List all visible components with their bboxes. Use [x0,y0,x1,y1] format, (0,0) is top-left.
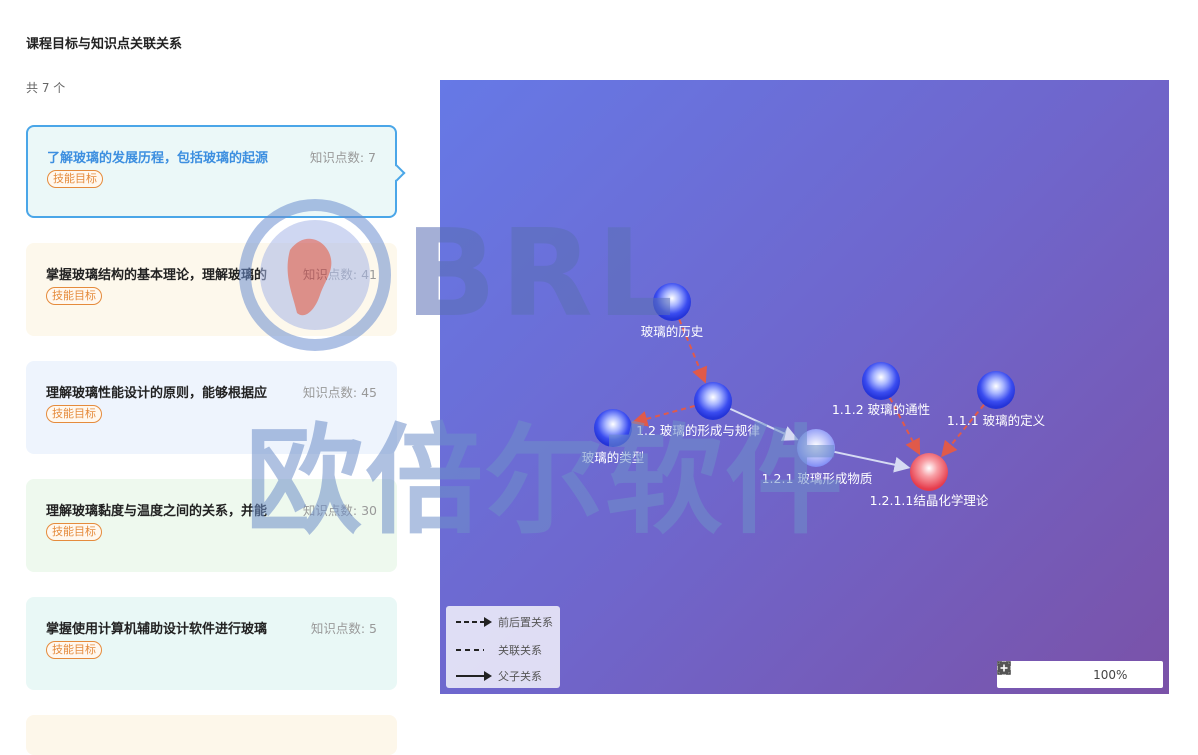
dashed-arrow-icon [456,617,492,627]
goal-type-tag: 技能目标 [46,641,102,659]
legend-parent: 父子关系 [456,668,542,684]
graph-node[interactable]: 1.1.2 玻璃的通性 [832,362,930,417]
goal-type-tag: 技能目标 [46,523,102,541]
graph-node[interactable]: 玻璃的历史 [641,283,704,339]
graph-node-circle[interactable] [653,283,691,321]
graph-edge-prerequisite [631,404,695,427]
goal-type-tag: 技能目标 [46,287,102,305]
graph-node-label: 玻璃的类型 [582,450,645,465]
locate-icon[interactable] [998,662,1052,685]
dashed-line-icon [456,649,484,651]
solid-arrow-icon [456,671,492,681]
knowledge-count: 知识点数: 41 [302,266,377,282]
goal-card[interactable]: 理解玻璃性能设计的原则，能够根据应 知识点数: 45 技能目标 [26,361,397,454]
goal-text: 掌握使用计算机辅助设计软件进行玻璃 [46,621,268,637]
graph-node[interactable]: 1.2.1 玻璃形成物质 [762,429,873,486]
graph-node[interactable]: 1.2.1.1结晶化学理论 [870,453,989,508]
goal-card[interactable]: 了解玻璃的发展历程，包括玻璃的起源 知识点数: 7 技能目标 [26,125,397,218]
legend-prerequisite: 前后置关系 [456,614,553,630]
graph-node-circle[interactable] [910,453,948,491]
graph-node-circle[interactable] [862,362,900,400]
legend-label: 关联关系 [498,644,542,657]
graph-node-label: 1.2.1 玻璃形成物质 [762,471,873,486]
goal-card[interactable]: 掌握玻璃结构的基本理论，理解玻璃的 知识点数: 41 技能目标 [26,243,397,336]
graph-node[interactable]: 玻璃的类型 [582,409,645,465]
knowledge-count: 知识点数: 30 [302,502,377,518]
graph-node-label: 1.1.2 玻璃的通性 [832,402,930,417]
goal-text: 了解玻璃的发展历程，包括玻璃的起源 [47,150,269,166]
goal-type-tag: 技能目标 [47,170,103,188]
goal-card[interactable]: 理解玻璃黏度与温度之间的关系，并能 知识点数: 30 技能目标 [26,479,397,572]
graph-node-circle[interactable] [694,382,732,420]
graph-controls: 100% [997,661,1163,688]
graph-edge-parent [834,450,911,473]
graph-node[interactable]: 1.2 玻璃的形成与规律 [636,382,760,438]
graph-node-label: 1.1.1 玻璃的定义 [947,413,1046,428]
legend-related: 关联关系 [456,642,542,658]
graph-legend: 前后置关系 关联关系 父子关系 [446,606,560,688]
graph-node-circle[interactable] [594,409,632,447]
graph-node-label: 玻璃的历史 [641,324,704,339]
legend-label: 父子关系 [498,670,542,683]
legend-label: 前后置关系 [498,616,553,629]
graph-node-circle[interactable] [797,429,835,467]
zoom-out-icon[interactable] [997,661,1083,685]
knowledge-graph[interactable]: 玻璃的历史 1.2 玻璃的形成与规律玻璃的类型 1.2.1 玻璃形成物质 1.1.2 … [440,80,1169,694]
zoom-in-icon[interactable] [997,661,1158,685]
goal-text: 理解玻璃性能设计的原则，能够根据应 [46,385,268,401]
goal-count: 共 7 个 [26,81,66,95]
knowledge-count: 知识点数: 5 [310,620,377,636]
goal-type-tag: 技能目标 [46,405,102,423]
graph-node[interactable]: 1.1.1 玻璃的定义 [947,371,1046,428]
goal-card[interactable]: 掌握使用计算机辅助设计软件进行玻璃 知识点数: 5 技能目标 [26,597,397,690]
goal-text: 理解玻璃黏度与温度之间的关系，并能 [46,503,268,519]
zoom-level: 100% [1093,667,1128,682]
graph-node-label: 1.2.1.1结晶化学理论 [870,493,989,508]
goal-text: 掌握玻璃结构的基本理论，理解玻璃的 [46,267,268,283]
knowledge-count: 知识点数: 45 [302,384,377,400]
graph-canvas[interactable]: 玻璃的历史 1.2 玻璃的形成与规律玻璃的类型 1.2.1 玻璃形成物质 1.1.2 … [440,80,1169,694]
goal-card[interactable] [26,715,397,755]
graph-node-circle[interactable] [977,371,1015,409]
graph-node-label: 1.2 玻璃的形成与规律 [636,423,760,438]
page-title: 课程目标与知识点关联关系 [26,37,183,52]
knowledge-count: 知识点数: 7 [309,149,376,165]
goal-list: 了解玻璃的发展历程，包括玻璃的起源 知识点数: 7 技能目标 掌握玻璃结构的基本… [26,125,398,715]
